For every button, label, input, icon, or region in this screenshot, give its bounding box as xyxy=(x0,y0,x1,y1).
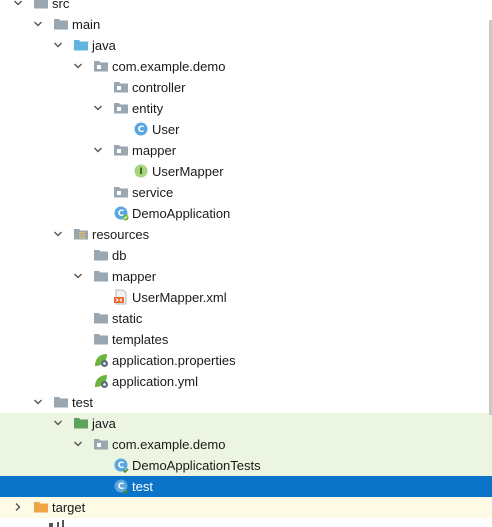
test-source-folder-icon xyxy=(73,415,89,431)
package-icon xyxy=(93,58,109,74)
spring-yml-icon xyxy=(93,373,109,389)
chevron-down-icon[interactable] xyxy=(92,102,104,114)
tree-item-label: test xyxy=(132,479,153,494)
spring-properties-icon xyxy=(93,352,109,368)
tree-row[interactable]: service xyxy=(0,182,492,203)
tree-item-label: test xyxy=(72,395,93,410)
tree-row[interactable]: java xyxy=(0,413,492,434)
tree-row[interactable]: com.example.demo xyxy=(0,434,492,455)
svg-text:C: C xyxy=(118,461,125,471)
chevron-down-icon[interactable] xyxy=(92,144,104,156)
tree-item-label: templates xyxy=(112,332,169,347)
interface-icon: I xyxy=(133,163,149,179)
folder-icon xyxy=(93,310,109,326)
svg-text:I: I xyxy=(139,167,142,177)
chevron-down-icon[interactable] xyxy=(72,60,84,72)
tree-item-label: UserMapper xyxy=(152,164,224,179)
tree-row[interactable]: application.yml xyxy=(0,371,492,392)
xml-file-icon xyxy=(113,289,129,305)
package-icon xyxy=(113,100,129,116)
tree-row[interactable]: static xyxy=(0,308,492,329)
tree-row[interactable]: C User xyxy=(0,119,492,140)
tree-item-label: application.yml xyxy=(112,374,198,389)
folder-icon xyxy=(53,394,69,410)
svg-text:C: C xyxy=(118,482,125,492)
tree-item-label: UserMapper.xml xyxy=(132,290,227,305)
chevron-down-icon[interactable] xyxy=(72,438,84,450)
test-class-icon: C xyxy=(113,457,129,473)
tree-row[interactable]: I UserMapper xyxy=(0,161,492,182)
svg-text:C: C xyxy=(138,125,145,135)
tree-item-label: com.example.demo xyxy=(112,437,226,452)
project-tree: src main java com.example.demo controller ent… xyxy=(0,0,492,518)
tree-row[interactable]: main xyxy=(0,14,492,35)
folder-icon xyxy=(53,16,69,32)
tree-item-label: mapper xyxy=(132,143,177,158)
tree-row[interactable]: test xyxy=(0,392,492,413)
folder-icon xyxy=(93,247,109,263)
tree-item-label: db xyxy=(112,248,127,263)
tree-item-label: DemoApplication xyxy=(132,206,231,221)
folder-icon xyxy=(93,331,109,347)
tree-row[interactable]: java xyxy=(0,35,492,56)
tree-row[interactable]: application.properties xyxy=(0,350,492,371)
spring-boot-class-icon: C xyxy=(113,205,129,221)
tree-row[interactable]: db xyxy=(0,245,492,266)
chevron-down-icon[interactable] xyxy=(32,18,44,30)
partial-next-item-icon xyxy=(49,520,64,527)
tree-item-label: java xyxy=(92,416,116,431)
package-icon xyxy=(113,184,129,200)
chevron-down-icon[interactable] xyxy=(72,270,84,282)
tree-item-label: mapper xyxy=(112,269,157,284)
tree-item-label: main xyxy=(72,17,101,32)
test-class-icon: C xyxy=(113,478,129,494)
package-icon xyxy=(113,79,129,95)
tree-row[interactable]: src xyxy=(0,0,492,14)
folder-icon xyxy=(93,268,109,284)
tree-item-label: src xyxy=(52,0,70,11)
package-icon xyxy=(93,436,109,452)
tree-item-label: controller xyxy=(132,80,186,95)
tree-row[interactable]: target xyxy=(0,497,492,518)
chevron-down-icon[interactable] xyxy=(52,417,64,429)
tree-row[interactable]: templates xyxy=(0,329,492,350)
chevron-down-icon[interactable] xyxy=(52,228,64,240)
tree-row[interactable]: C DemoApplication xyxy=(0,203,492,224)
tree-item-label: static xyxy=(112,311,143,326)
source-folder-icon xyxy=(73,37,89,53)
tree-row[interactable]: UserMapper.xml xyxy=(0,287,492,308)
tree-item-label: DemoApplicationTests xyxy=(132,458,261,473)
chevron-right-icon[interactable] xyxy=(12,501,24,513)
tree-row[interactable]: entity xyxy=(0,98,492,119)
resources-folder-icon xyxy=(73,226,89,242)
class-icon: C xyxy=(133,121,149,137)
folder-icon xyxy=(33,0,49,11)
tree-item-label: application.properties xyxy=(112,353,236,368)
excluded-folder-icon xyxy=(33,499,49,515)
tree-item-label: entity xyxy=(132,101,164,116)
chevron-down-icon[interactable] xyxy=(32,396,44,408)
tree-row[interactable]: mapper xyxy=(0,140,492,161)
chevron-down-icon[interactable] xyxy=(12,0,24,9)
tree-item-label: target xyxy=(52,500,86,515)
tree-row[interactable]: C DemoApplicationTests xyxy=(0,455,492,476)
tree-row[interactable]: Ctest xyxy=(0,476,492,497)
tree-item-label: User xyxy=(152,122,180,137)
tree-row[interactable]: controller xyxy=(0,77,492,98)
tree-row[interactable]: com.example.demo xyxy=(0,56,492,77)
tree-row[interactable]: mapper xyxy=(0,266,492,287)
tree-item-label: service xyxy=(132,185,174,200)
package-icon xyxy=(113,142,129,158)
tree-row[interactable]: resources xyxy=(0,224,492,245)
tree-item-label: java xyxy=(92,38,116,53)
tree-item-label: com.example.demo xyxy=(112,59,226,74)
chevron-down-icon[interactable] xyxy=(52,39,64,51)
tree-item-label: resources xyxy=(92,227,150,242)
